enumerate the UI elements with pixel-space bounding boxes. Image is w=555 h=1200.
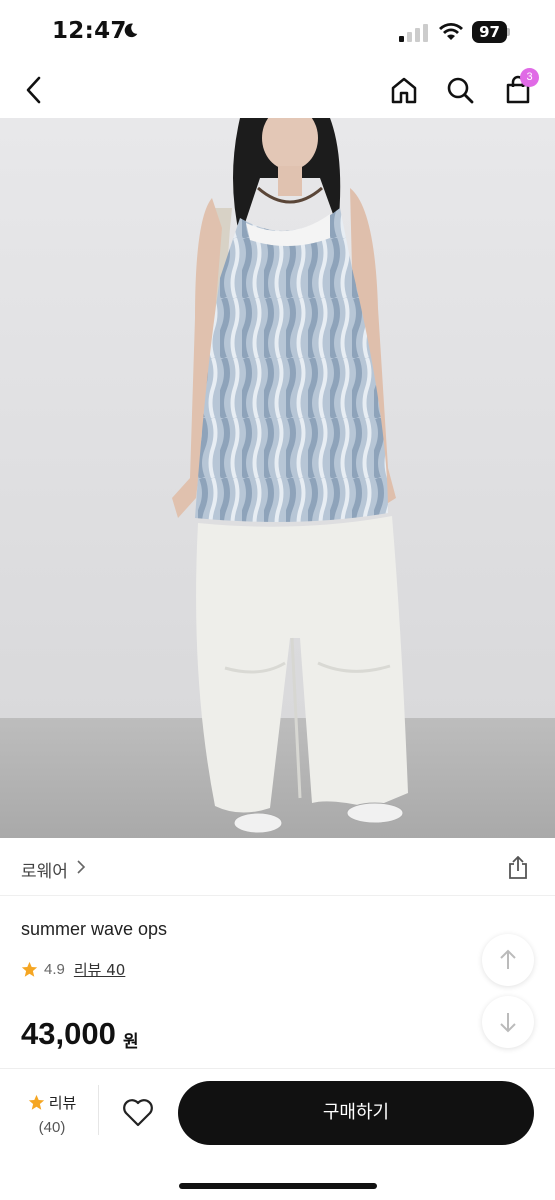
product-photo (0, 118, 555, 838)
home-icon (391, 77, 417, 104)
review-link[interactable]: 리뷰 40 (74, 959, 125, 980)
product-image[interactable] (0, 118, 555, 838)
rating-row: 4.9 리뷰 40 (21, 958, 125, 980)
cart-count-badge: 3 (520, 68, 539, 87)
brand-name[interactable]: 로웨어 (21, 857, 68, 882)
bottom-review-button[interactable]: 리뷰 (40) (22, 1092, 82, 1136)
wifi-icon (439, 23, 463, 40)
arrow-down-icon (500, 1013, 516, 1033)
top-nav (0, 62, 555, 118)
review-label: 리뷰 (48, 1094, 77, 1112)
star-icon (28, 1094, 44, 1110)
star-icon (21, 961, 38, 977)
arrow-up-icon (500, 949, 516, 969)
battery-indicator: 97 (472, 21, 510, 43)
status-bar: 12:47 97 (0, 0, 555, 62)
price-currency: 원 (123, 1032, 139, 1052)
rating-value: 4.9 (44, 960, 65, 978)
divider (98, 1085, 99, 1135)
home-button[interactable] (386, 72, 422, 108)
review-count: (40) (38, 1119, 66, 1136)
search-icon (447, 77, 474, 104)
brand-row[interactable]: 로웨어 (0, 838, 555, 896)
buy-button[interactable]: 구매하기 (178, 1081, 534, 1145)
cellular-signal-icon (399, 24, 428, 42)
battery-level: 97 (472, 21, 507, 43)
share-icon[interactable] (506, 856, 530, 880)
home-indicator (179, 1183, 377, 1189)
status-time: 12:47 (52, 18, 127, 44)
search-button[interactable] (442, 72, 478, 108)
price-value: 43,000 (21, 1016, 116, 1051)
back-button[interactable] (16, 72, 52, 108)
scroll-down-button[interactable] (482, 996, 534, 1048)
product-title: summer wave ops (21, 919, 168, 939)
moon-icon (124, 23, 138, 38)
scroll-up-button[interactable] (482, 934, 534, 986)
chevron-right-icon (77, 860, 86, 874)
heart-icon[interactable] (122, 1098, 154, 1128)
chevron-left-icon (26, 76, 41, 104)
